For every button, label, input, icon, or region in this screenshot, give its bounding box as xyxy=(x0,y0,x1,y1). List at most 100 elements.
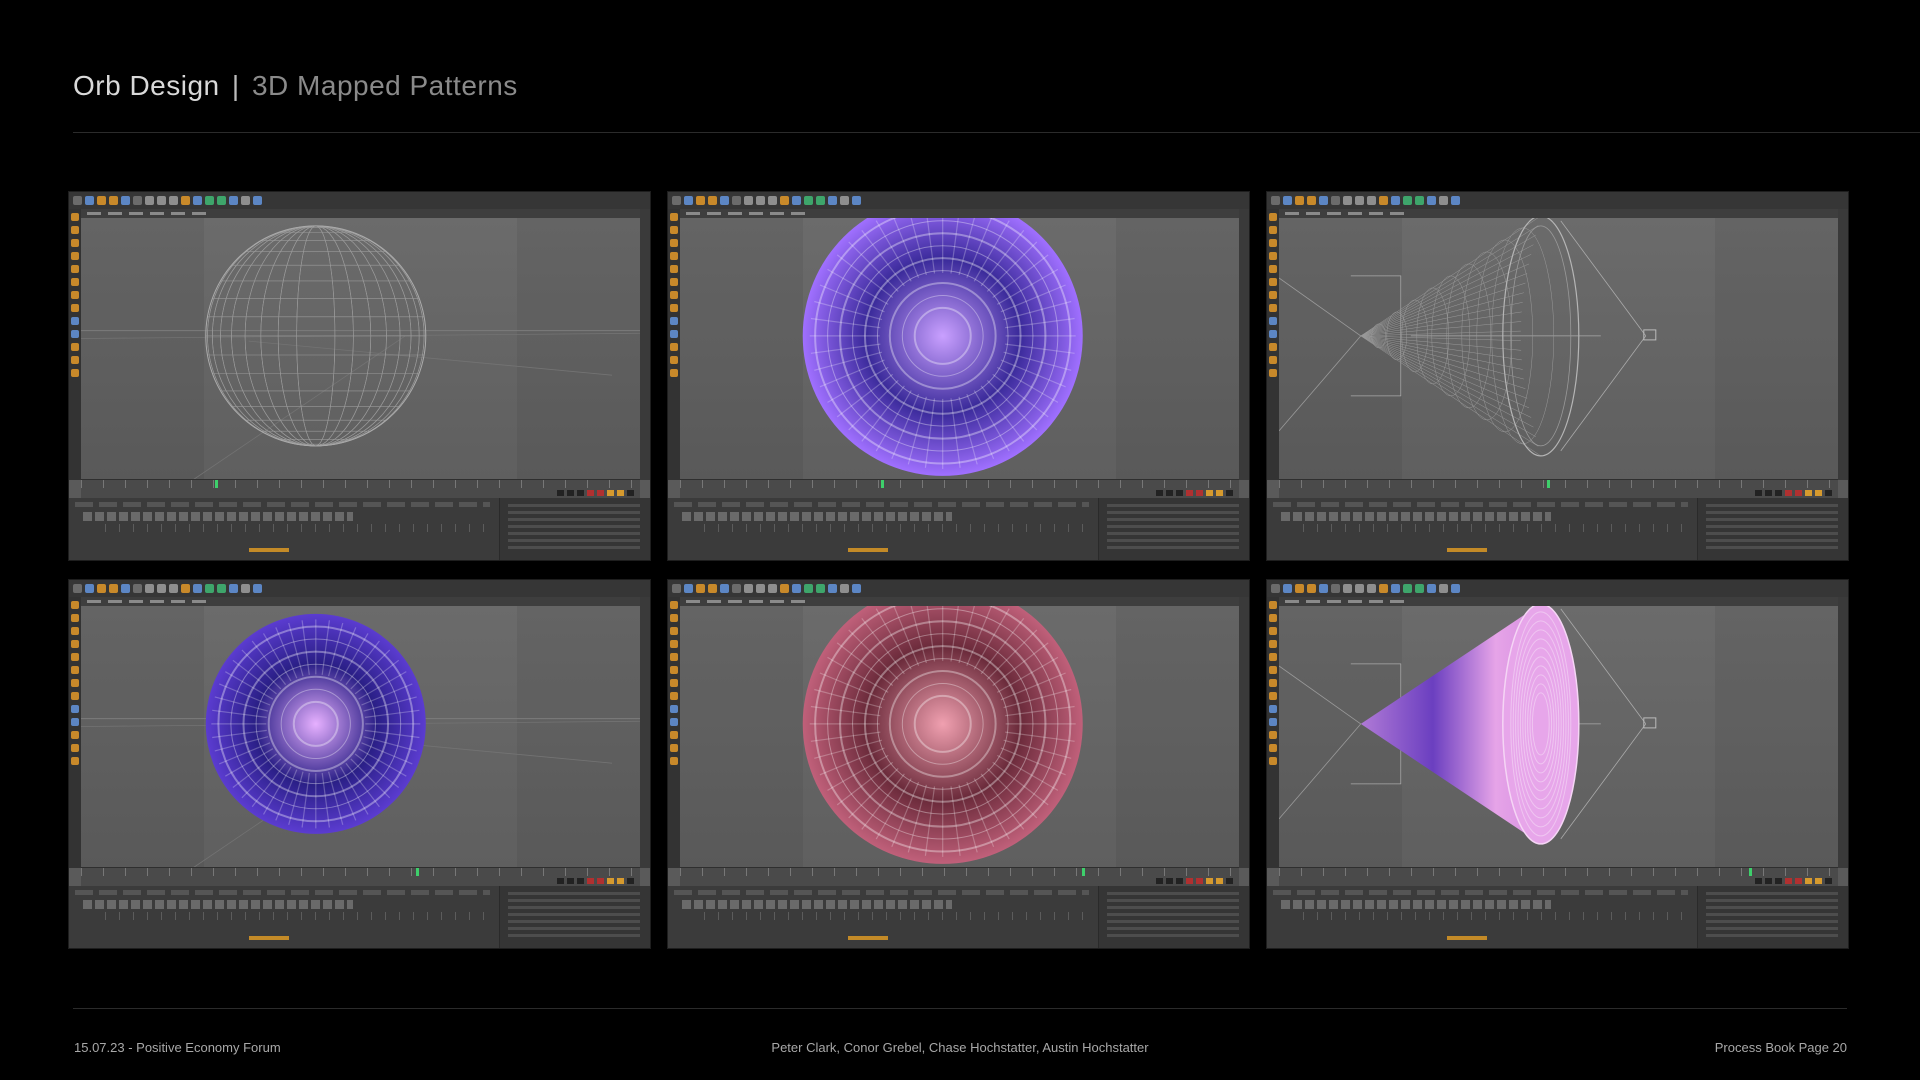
timeline-ruler[interactable] xyxy=(680,867,1239,886)
playback-button-icon[interactable] xyxy=(567,490,574,496)
playback-button-icon[interactable] xyxy=(1825,490,1832,496)
playhead[interactable] xyxy=(1082,868,1086,876)
playback-button-icon[interactable] xyxy=(577,490,584,496)
toolbar-tool-icon xyxy=(792,584,801,593)
toolbar-tool-icon xyxy=(1271,584,1280,593)
right-scroll-strip[interactable] xyxy=(640,209,650,480)
playback-button-icon[interactable] xyxy=(557,490,564,496)
playback-button-icon[interactable] xyxy=(627,490,634,496)
toolbar-tool-icon xyxy=(1391,196,1400,205)
toolbar-tool-icon xyxy=(217,196,226,205)
palette-tool-icon xyxy=(1269,679,1277,687)
menu-item-placeholder xyxy=(707,600,721,603)
toolbar-tool-icon xyxy=(1283,584,1292,593)
playhead[interactable] xyxy=(1748,868,1752,876)
right-scroll-strip[interactable] xyxy=(1838,597,1848,868)
timeline-ruler[interactable] xyxy=(1279,479,1838,498)
playback-button-icon[interactable] xyxy=(617,490,624,496)
playback-button-icon[interactable] xyxy=(1186,878,1193,884)
menu-item-placeholder xyxy=(150,600,164,603)
playback-button-icon[interactable] xyxy=(1815,878,1822,884)
playback-button-icon[interactable] xyxy=(1775,878,1782,884)
playback-button-icon[interactable] xyxy=(597,878,604,884)
playback-button-icon[interactable] xyxy=(1226,878,1233,884)
toolbar-tool-icon xyxy=(1379,584,1388,593)
toolbar-tool-icon xyxy=(780,196,789,205)
playhead[interactable] xyxy=(416,868,420,876)
menu-item-placeholder xyxy=(791,212,805,215)
menu-item-placeholder xyxy=(1285,600,1299,603)
attribute-row xyxy=(1706,906,1838,909)
toolbar-tool-icon xyxy=(816,196,825,205)
playback-button-icon[interactable] xyxy=(1805,878,1812,884)
playback-button-icon[interactable] xyxy=(1755,878,1762,884)
timeline-editor xyxy=(1267,886,1848,948)
toolbar-tool-icon xyxy=(780,584,789,593)
right-scroll-strip[interactable] xyxy=(1239,597,1249,868)
playback-button-icon[interactable] xyxy=(1176,490,1183,496)
playback-button-icon[interactable] xyxy=(1206,878,1213,884)
right-scroll-strip[interactable] xyxy=(1239,209,1249,480)
timeline-ruler[interactable] xyxy=(680,479,1239,498)
playback-button-icon[interactable] xyxy=(1755,490,1762,496)
right-scroll-strip[interactable] xyxy=(1838,209,1848,480)
menu-item-placeholder xyxy=(1390,600,1404,603)
playback-button-icon[interactable] xyxy=(617,878,624,884)
playback-button-icon[interactable] xyxy=(1196,490,1203,496)
playback-button-icon[interactable] xyxy=(607,490,614,496)
attributes-panel xyxy=(499,498,650,560)
timeline-ruler[interactable] xyxy=(81,479,640,498)
palette-tool-icon xyxy=(670,627,678,635)
playback-button-icon[interactable] xyxy=(1176,878,1183,884)
playback-button-icon[interactable] xyxy=(1216,490,1223,496)
playback-button-icon[interactable] xyxy=(567,878,574,884)
viewport-screenshot-wireframe-sphere xyxy=(69,192,650,560)
toolbar-tool-icon xyxy=(157,196,166,205)
toolbar-tool-icon xyxy=(1355,584,1364,593)
playback-button-icon[interactable] xyxy=(1206,490,1213,496)
playback-button-icon[interactable] xyxy=(587,878,594,884)
app-toolbar xyxy=(668,580,1249,597)
playback-button-icon[interactable] xyxy=(577,878,584,884)
playback-button-icon[interactable] xyxy=(557,878,564,884)
playback-button-icon[interactable] xyxy=(1166,490,1173,496)
playback-button-icon[interactable] xyxy=(1815,490,1822,496)
toolbar-tool-icon xyxy=(73,584,82,593)
menu-item-placeholder xyxy=(192,212,206,215)
timeline-orange xyxy=(249,936,289,940)
playback-button-icon[interactable] xyxy=(1785,490,1792,496)
playback-button-icon[interactable] xyxy=(1765,878,1772,884)
palette-tool-icon xyxy=(1269,330,1277,338)
playback-button-icon[interactable] xyxy=(1765,490,1772,496)
playback-button-icon[interactable] xyxy=(607,878,614,884)
playback-button-icon[interactable] xyxy=(1166,878,1173,884)
timeline-editor xyxy=(69,886,650,948)
timeline-orange xyxy=(848,936,888,940)
palette-tool-icon xyxy=(71,653,79,661)
palette-tool-icon xyxy=(71,692,79,700)
playback-button-icon[interactable] xyxy=(1795,490,1802,496)
playhead[interactable] xyxy=(215,480,219,488)
playback-button-icon[interactable] xyxy=(1196,878,1203,884)
toolbar-tool-icon xyxy=(121,196,130,205)
playback-button-icon[interactable] xyxy=(1785,878,1792,884)
playback-button-icon[interactable] xyxy=(597,490,604,496)
playback-button-icon[interactable] xyxy=(1805,490,1812,496)
toolbar-tool-icon xyxy=(816,584,825,593)
right-scroll-strip[interactable] xyxy=(640,597,650,868)
playback-button-icon[interactable] xyxy=(1186,490,1193,496)
playhead[interactable] xyxy=(1547,480,1551,488)
playback-button-icon[interactable] xyxy=(1825,878,1832,884)
timeline-ruler[interactable] xyxy=(81,867,640,886)
playback-button-icon[interactable] xyxy=(1216,878,1223,884)
playback-button-icon[interactable] xyxy=(1156,878,1163,884)
playhead[interactable] xyxy=(881,480,885,488)
playback-button-icon[interactable] xyxy=(587,490,594,496)
toolbar-tool-icon xyxy=(1355,196,1364,205)
playback-button-icon[interactable] xyxy=(1156,490,1163,496)
timeline-ruler[interactable] xyxy=(1279,867,1838,886)
playback-button-icon[interactable] xyxy=(1775,490,1782,496)
playback-button-icon[interactable] xyxy=(1226,490,1233,496)
playback-button-icon[interactable] xyxy=(627,878,634,884)
playback-button-icon[interactable] xyxy=(1795,878,1802,884)
